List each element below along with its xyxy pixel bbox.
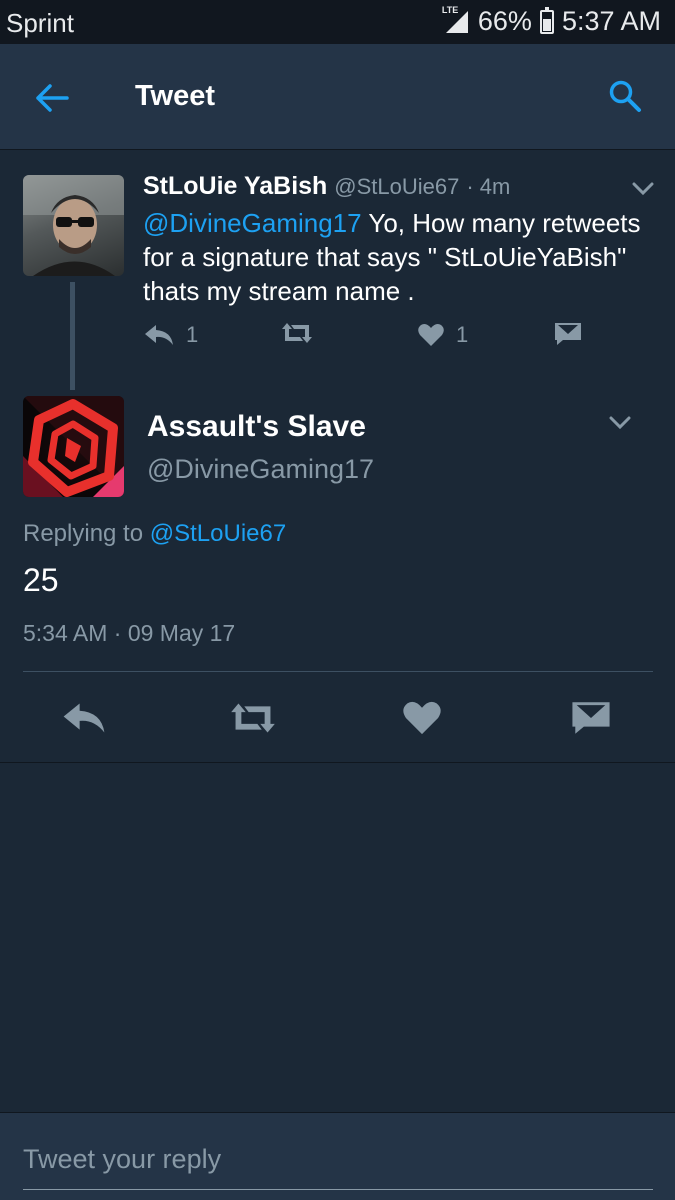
tweet-actions: 1 1 <box>140 322 600 362</box>
reply-composer <box>0 1112 675 1200</box>
reply-input[interactable] <box>23 1139 653 1179</box>
reply-count: 1 <box>186 322 199 347</box>
like-button[interactable]: 1 <box>418 322 468 348</box>
author-name: StLoUie YaBish <box>143 172 328 200</box>
avatar[interactable] <box>23 396 124 497</box>
back-arrow-icon <box>36 84 69 112</box>
replying-to: Replying to @StLoUie67 <box>23 520 286 548</box>
tweet-text: @DivineGaming17 Yo, How many retweets fo… <box>143 206 643 308</box>
tweet-text: 25 <box>23 562 59 598</box>
heart-icon <box>418 324 444 346</box>
back-button[interactable] <box>30 76 74 120</box>
battery-icon <box>539 6 554 34</box>
replying-prefix: Replying to <box>23 520 150 547</box>
battery-percent: 66% <box>477 6 532 36</box>
replying-to-link[interactable]: @StLoUie67 <box>150 520 286 547</box>
like-button[interactable] <box>394 690 450 746</box>
reply-icon <box>63 703 105 733</box>
tweet-menu-button[interactable] <box>605 408 635 438</box>
envelope-icon <box>572 702 610 734</box>
tweet-time: · 4m <box>466 174 511 199</box>
avatar[interactable] <box>23 175 124 276</box>
retweet-button[interactable] <box>225 690 281 746</box>
mention-link[interactable]: @DivineGaming17 <box>143 208 362 238</box>
direct-message-button[interactable] <box>563 690 619 746</box>
status-indicators: LTE 66% 5:37 AM <box>442 5 661 37</box>
chevron-down-icon <box>609 416 631 430</box>
reply-button[interactable]: 1 <box>144 322 198 348</box>
reply-icon <box>145 325 173 345</box>
direct-message-button[interactable] <box>554 322 582 346</box>
like-count: 1 <box>456 322 469 347</box>
retweet-icon <box>231 703 275 733</box>
tweet-author-handle[interactable]: @DivineGaming17 <box>147 454 374 485</box>
author-handle: @StLoUie67 <box>334 174 460 199</box>
search-icon <box>609 80 641 112</box>
tweet-actions <box>0 690 675 746</box>
retweet-icon <box>282 323 312 343</box>
chevron-down-icon <box>632 182 654 196</box>
tweet-menu-button[interactable] <box>628 174 658 204</box>
retweet-button[interactable] <box>280 322 314 344</box>
thread-line <box>70 282 75 390</box>
divider <box>0 762 675 763</box>
divider <box>23 671 653 672</box>
tweet-author-name[interactable]: Assault's Slave <box>147 410 366 444</box>
heart-icon <box>403 701 441 735</box>
tweet-timestamp: 5:34 AM · 09 May 17 <box>23 620 236 646</box>
carrier-name: Sprint <box>6 8 74 38</box>
input-underline <box>23 1189 653 1190</box>
app-bar: Tweet <box>0 44 675 150</box>
reply-button[interactable] <box>56 690 112 746</box>
page-title: Tweet <box>135 80 216 112</box>
search-button[interactable] <box>603 74 647 118</box>
tweet-author[interactable]: StLoUie YaBish @StLoUie67 · 4m <box>143 172 510 201</box>
status-bar: Sprint LTE 66% 5:37 AM <box>0 0 675 44</box>
network-type: LTE <box>441 4 459 15</box>
envelope-icon <box>555 323 581 345</box>
signal-icon: LTE <box>442 5 470 35</box>
clock: 5:37 AM <box>561 6 661 36</box>
